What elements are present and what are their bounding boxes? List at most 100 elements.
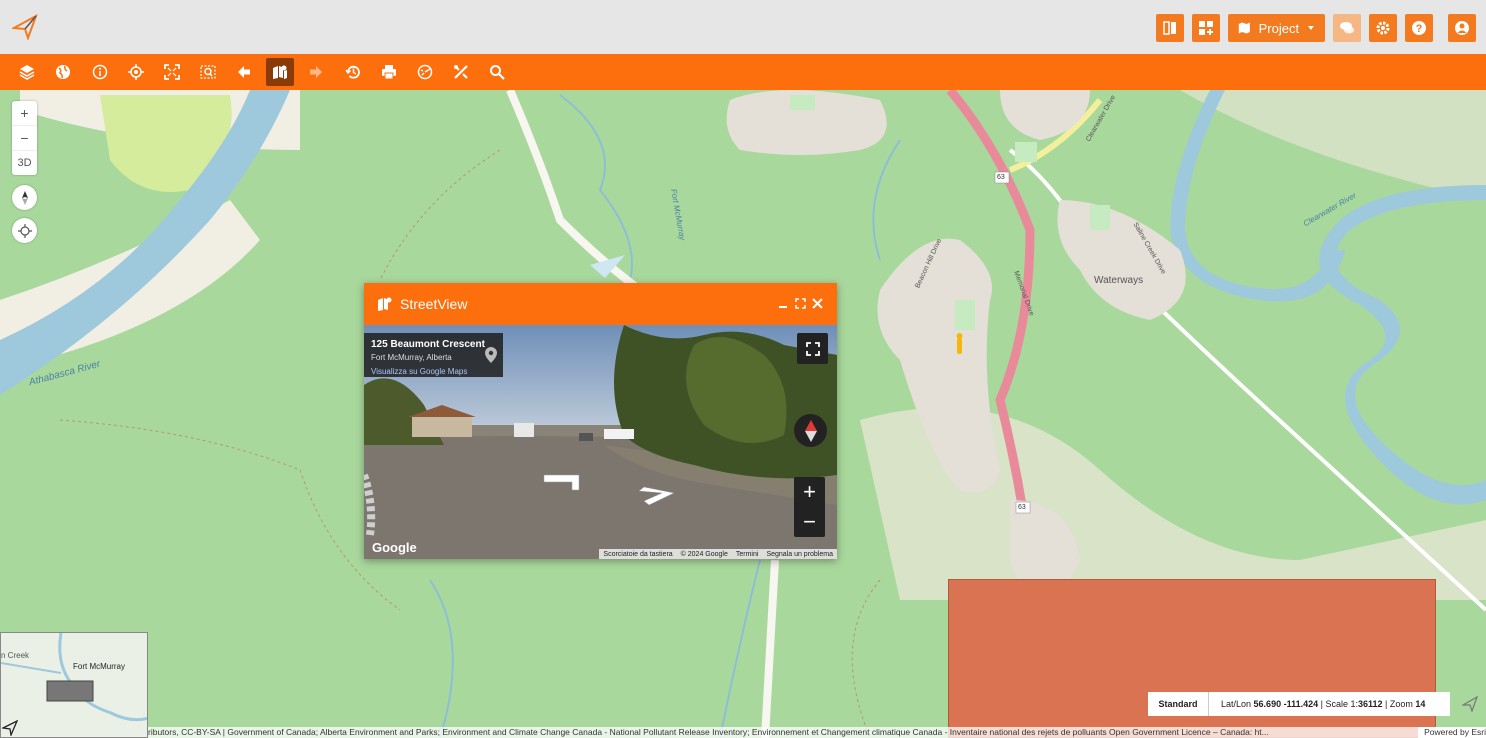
layers-icon <box>19 65 35 80</box>
streetview-panorama[interactable]: 125 Beaumont Crescent Fort McMurray, Alb… <box>364 325 837 559</box>
streetview-zoom-out[interactable]: − <box>803 507 816 537</box>
maximize-icon[interactable] <box>795 298 806 309</box>
tools-button[interactable] <box>447 58 475 86</box>
fullscreen-icon <box>805 341 820 356</box>
forward-button[interactable] <box>302 58 330 86</box>
chat-icon <box>1340 22 1354 34</box>
chat-button[interactable] <box>1333 14 1361 42</box>
streetview-attribution: Scorciatoie da tastiera © 2024 Google Te… <box>599 549 837 559</box>
identify-button[interactable] <box>86 58 114 86</box>
gear-icon <box>1376 21 1390 35</box>
view-mode-toggle[interactable]: Standard <box>1148 692 1209 716</box>
fullscreen-button[interactable] <box>797 333 828 364</box>
user-button[interactable] <box>1448 14 1476 42</box>
zoom-out-button[interactable]: − <box>12 126 37 151</box>
map-status-bar: Standard Lat/Lon 56.690 -111.424 | Scale… <box>1148 692 1450 716</box>
location-pin-icon[interactable] <box>485 347 497 363</box>
google-logo: Google <box>372 540 417 555</box>
zoom-in-button[interactable]: + <box>12 101 37 126</box>
highway-shield-63: 63 <box>997 174 1005 181</box>
streetview-window: StreetView 125 Beaumont Crescent Fort Mc… <box>364 283 837 559</box>
back-button[interactable] <box>230 58 258 86</box>
user-icon <box>1455 21 1469 35</box>
help-icon: ? <box>1412 21 1426 35</box>
basemap-button[interactable] <box>49 58 77 86</box>
print-button[interactable] <box>375 58 403 86</box>
streetview-header[interactable]: StreetView <box>364 283 837 325</box>
terms-link[interactable]: Termini <box>736 551 759 558</box>
layers-button[interactable] <box>13 58 41 86</box>
compass-needle-icon <box>804 419 817 442</box>
zoom-select-icon <box>200 65 216 79</box>
latlon-value: 56.690 -111.424 <box>1253 699 1319 709</box>
locate-button[interactable] <box>122 58 150 86</box>
coordinates-readout: Lat/Lon 56.690 -111.424 | Scale 1:36112 … <box>1221 699 1426 709</box>
app-logo-icon <box>12 14 38 40</box>
locate-icon <box>128 64 144 80</box>
split-view-button[interactable] <box>1156 14 1184 42</box>
address-line2: Fort McMurray, Alberta <box>371 353 452 362</box>
map-icon <box>1238 22 1250 34</box>
view-on-google-maps-link[interactable]: Visualizza su Google Maps <box>371 367 467 376</box>
forward-icon <box>310 66 322 78</box>
my-location-button[interactable] <box>12 218 37 243</box>
split-icon <box>1163 21 1176 35</box>
overview-map[interactable]: Fort McMurray n Creek <box>0 632 148 738</box>
zoom-value: 14 <box>1415 699 1426 709</box>
print-icon <box>382 65 396 80</box>
settings-button[interactable] <box>1369 14 1397 42</box>
add-widget-button[interactable] <box>1192 14 1220 42</box>
globe-icon <box>56 65 70 79</box>
streetview-icon <box>378 297 392 311</box>
zoom-selection-button[interactable] <box>194 58 222 86</box>
navigate-icon[interactable] <box>2 720 18 736</box>
app-watermark-icon <box>1462 696 1478 712</box>
zoom-control: + − 3D <box>12 101 37 175</box>
project-label: Project <box>1258 20 1300 36</box>
report-problem-link[interactable]: Segnala un problema <box>766 551 833 558</box>
address-line1: 125 Beaumont Crescent <box>371 339 485 350</box>
measure-icon <box>417 64 433 80</box>
crosshair-icon <box>17 223 32 238</box>
overview-map-image <box>1 633 147 722</box>
map-attribution: ributors, CC-BY-SA | Government of Canad… <box>148 727 1486 738</box>
help-button[interactable]: ? <box>1405 14 1433 42</box>
3d-toggle-button[interactable]: 3D <box>12 151 37 175</box>
compass-icon <box>21 190 28 205</box>
project-dropdown[interactable]: Project <box>1228 14 1325 42</box>
back-icon <box>238 66 250 78</box>
history-icon <box>345 65 360 79</box>
zoom-label: Zoom <box>1389 699 1413 709</box>
full-extent-button[interactable] <box>158 58 186 86</box>
svg-text:?: ? <box>1416 23 1423 35</box>
add-widget-icon <box>1199 21 1213 35</box>
streetview-icon <box>273 65 287 79</box>
latlon-label: Lat/Lon <box>1221 699 1252 709</box>
streetview-title: StreetView <box>400 296 468 312</box>
caret-down-icon <box>1308 26 1315 30</box>
close-icon[interactable] <box>812 298 823 309</box>
streetview-zoom-control: + − <box>794 477 825 537</box>
powered-by-esri[interactable]: Powered by Esri <box>1418 727 1486 738</box>
search-button[interactable] <box>483 58 511 86</box>
map-toolbar <box>0 54 1486 90</box>
tools-icon <box>454 65 468 79</box>
compass-button[interactable] <box>12 185 37 210</box>
measure-button[interactable] <box>411 58 439 86</box>
overview-city-label: Fort McMurray <box>73 662 125 671</box>
streetview-zoom-in[interactable]: + <box>803 477 816 507</box>
compass-control[interactable] <box>794 414 827 447</box>
highway-shield-63-south: 63 <box>1018 504 1026 511</box>
scale-label: Scale 1: <box>1325 699 1358 709</box>
scale-value: 36112 <box>1358 699 1383 709</box>
attribution-text: ributors, CC-BY-SA | Government of Canad… <box>148 727 1269 737</box>
keyboard-shortcuts-link[interactable]: Scorciatoie da tastiera <box>603 551 672 558</box>
top-bar: Project ? <box>0 0 1486 54</box>
overview-creek-label: n Creek <box>1 651 30 660</box>
streetview-tool-button[interactable] <box>266 58 294 86</box>
address-card: 125 Beaumont Crescent Fort McMurray, Alb… <box>364 333 503 377</box>
minimize-icon[interactable] <box>778 299 788 309</box>
history-button[interactable] <box>339 58 367 86</box>
copyright-text: © 2024 Google <box>680 550 728 558</box>
waterways-label: Waterways <box>1094 275 1144 286</box>
